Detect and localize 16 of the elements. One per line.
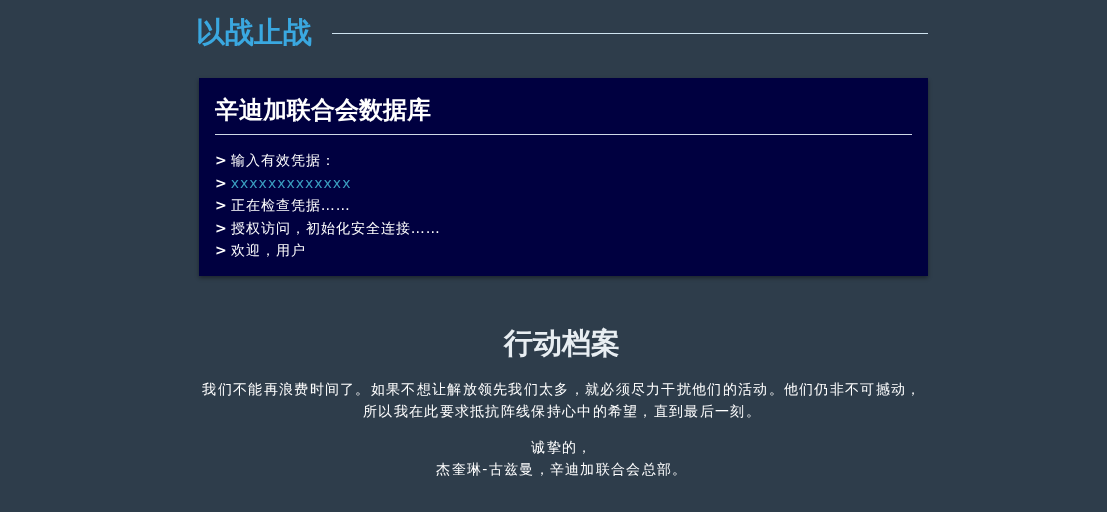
prompt-symbol: >	[215, 218, 227, 238]
terminal-output: 欢迎，用户	[230, 241, 306, 260]
body-text: 我们不能再浪费时间了。如果不想让解放领先我们太多，就必须尽力干扰他们的活动。他们仍非不可撼动，所以我在此要求抵抗阵线保持心中的希望，直到最后一刻。	[201, 379, 923, 421]
prompt-symbol: >	[215, 173, 227, 193]
page-title: 以战止战	[196, 14, 312, 51]
prompt-symbol: >	[215, 151, 227, 170]
terminal-output: 正在检查凭据……	[230, 196, 351, 215]
closing-text: 诚挚的，	[530, 437, 594, 457]
terminal-output: 授权访问，初始化安全连接……	[230, 218, 441, 238]
prompt-symbol: >	[215, 196, 227, 215]
terminal-title: 辛迪加联合会数据库	[215, 96, 432, 125]
section-title: 行动档案	[502, 325, 621, 361]
signature-text: 杰奎琳-古兹曼，辛迪加联合会总部。	[435, 459, 689, 479]
prompt-symbol: >	[215, 241, 227, 260]
terminal-output: 输入有效凭据：	[230, 151, 336, 170]
credential-text: xxxxxxxxxxxxx	[230, 173, 352, 193]
